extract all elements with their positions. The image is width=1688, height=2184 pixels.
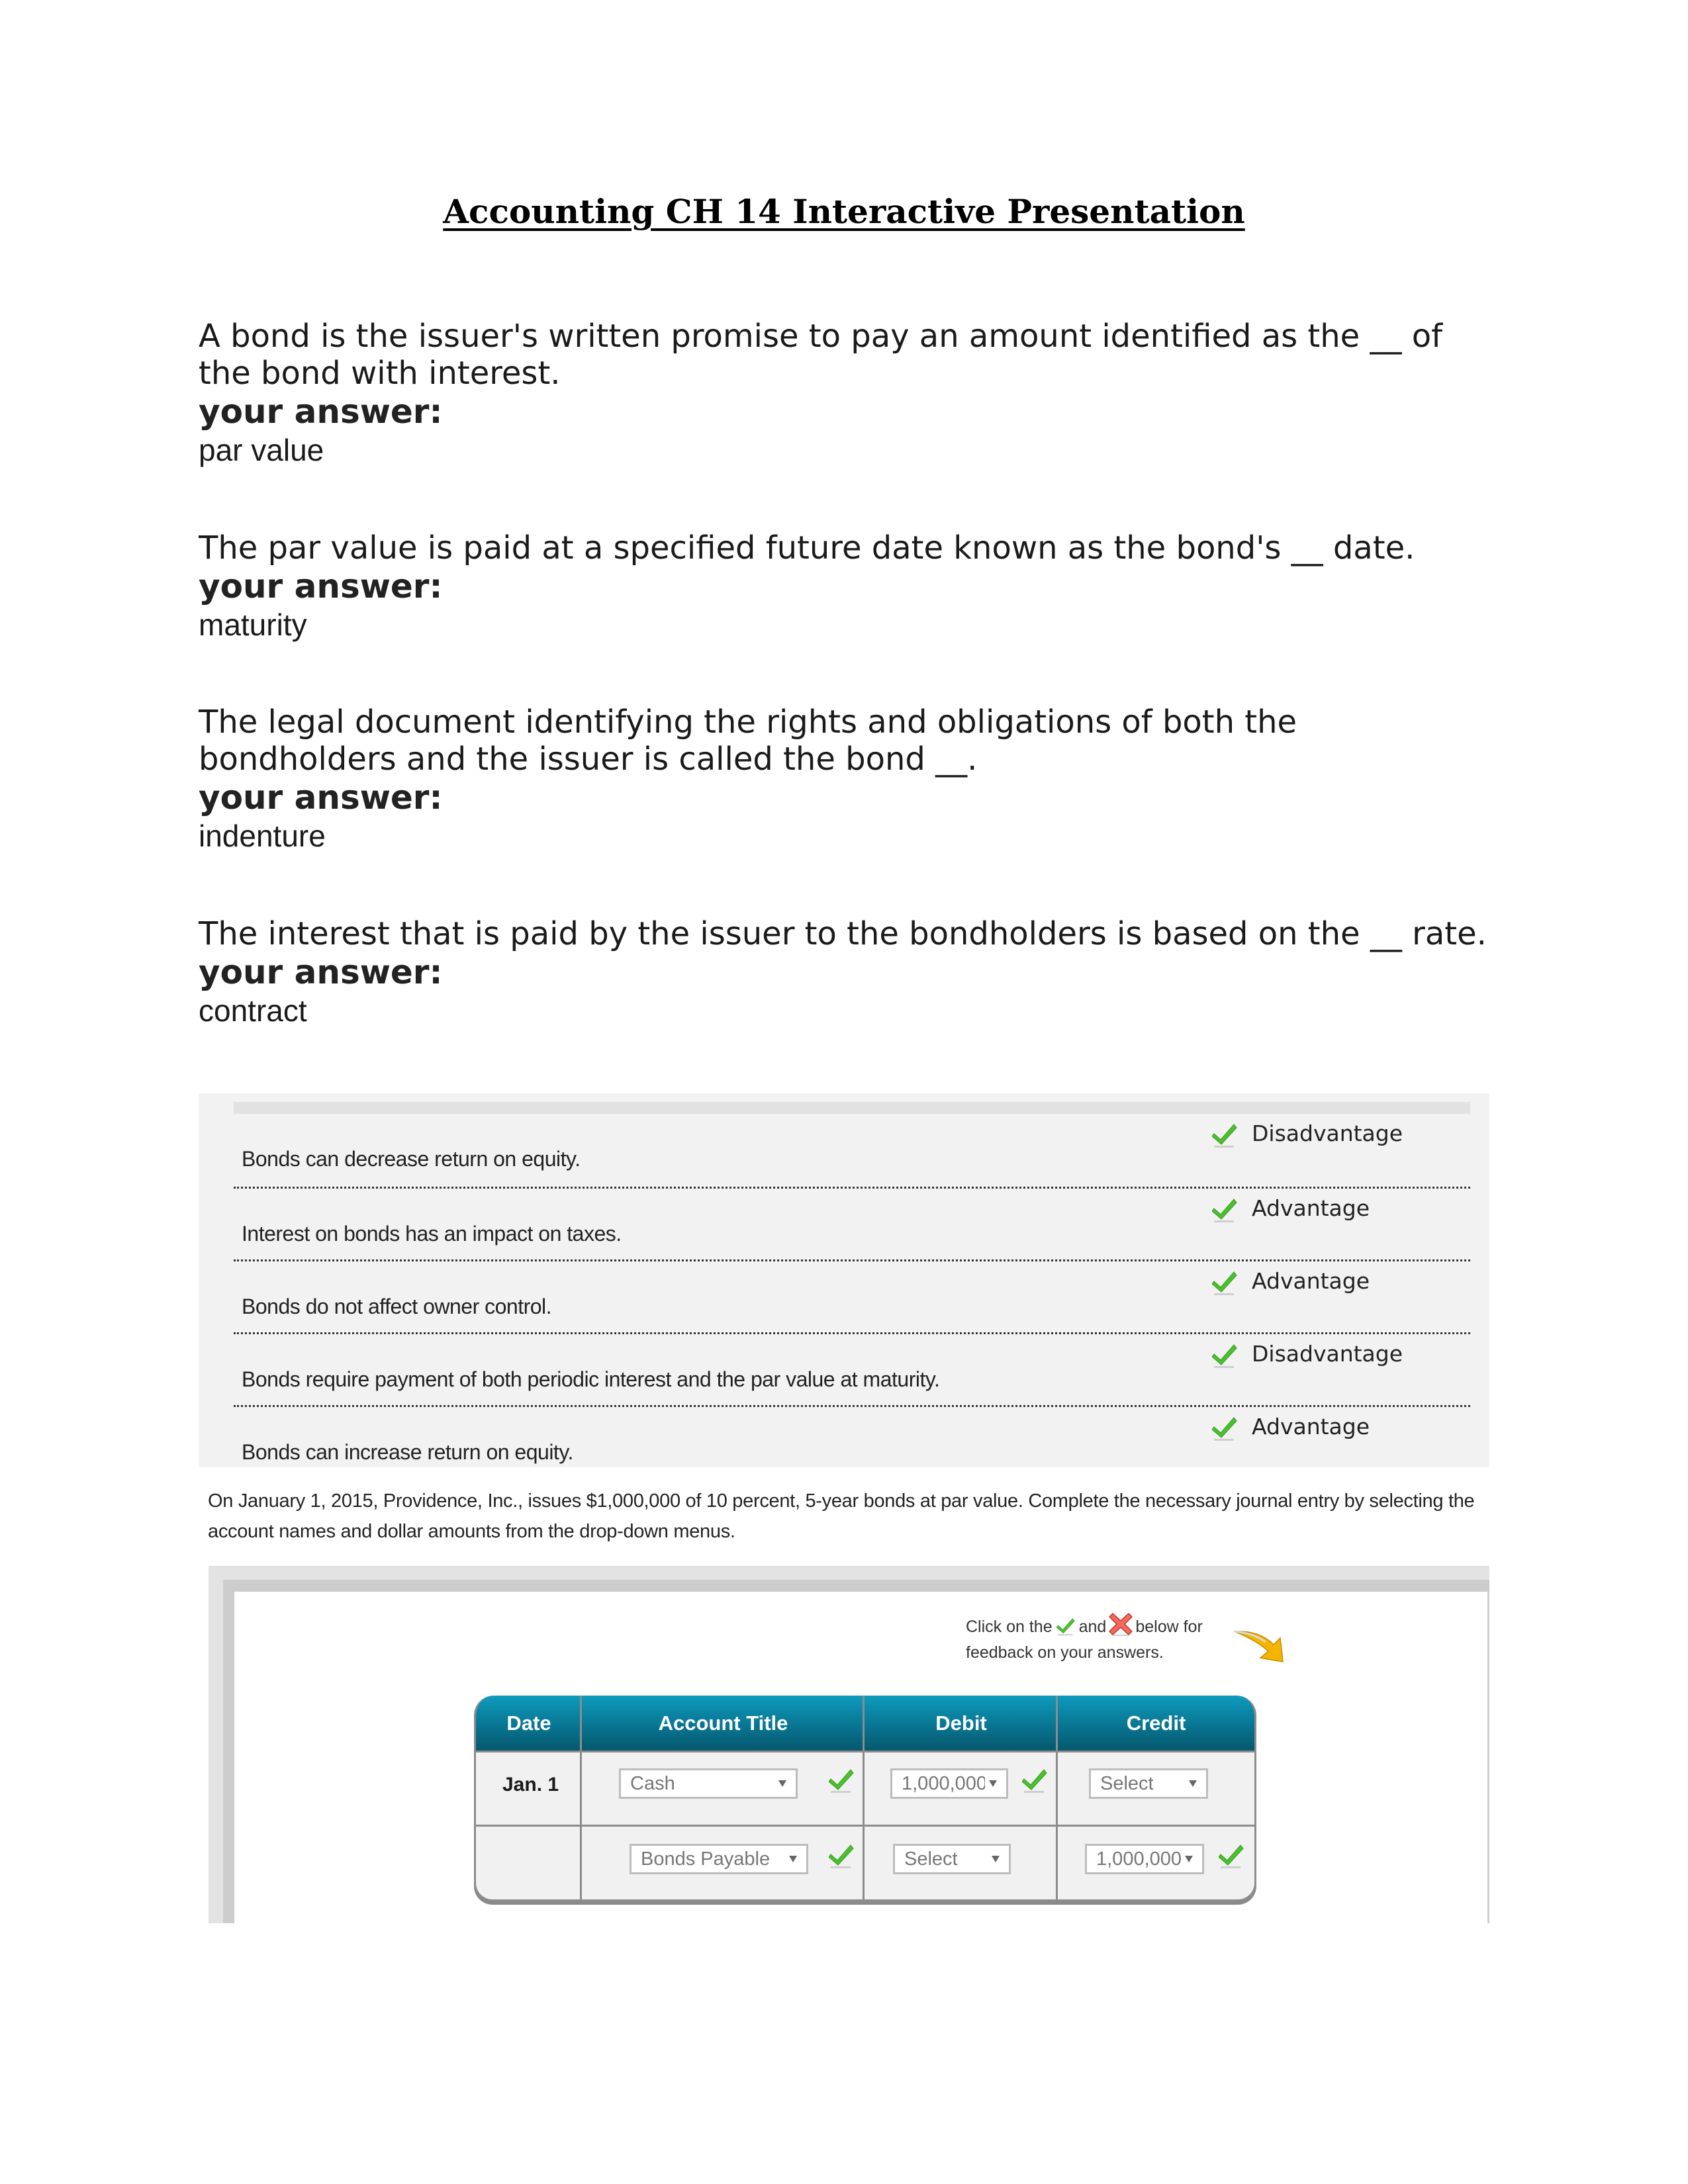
column-header-account-title: Account Title	[658, 1711, 788, 1735]
statement-text: Bonds can decrease return on equity.	[242, 1147, 581, 1171]
cross-icon	[1109, 1612, 1133, 1640]
check-icon[interactable]	[1212, 1119, 1237, 1148]
question-block: A bond is the issuer's written promise t…	[199, 318, 1489, 469]
answer-label: your answer:	[199, 953, 443, 991]
dropdown-caret-icon	[989, 1780, 997, 1787]
select-value: Bonds Payable	[641, 1848, 771, 1870]
check-icon[interactable]	[1212, 1412, 1237, 1441]
select-value: 1,000,000	[1096, 1848, 1181, 1870]
arrow-icon	[1233, 1625, 1292, 1668]
frame-border-left	[223, 1580, 234, 1923]
question-block: The interest that is paid by the issuer …	[199, 915, 1516, 1029]
check-icon[interactable]	[1021, 1764, 1047, 1797]
credit-select[interactable]: 1,000,000	[1085, 1844, 1204, 1874]
select-value: Select	[904, 1848, 958, 1870]
column-header-date: Date	[506, 1711, 551, 1735]
classification-answer[interactable]: Disadvantage	[1212, 1340, 1403, 1369]
classification-answer[interactable]: Advantage	[1212, 1267, 1370, 1296]
column-header-debit: Debit	[935, 1711, 987, 1735]
journal-entry-instruction: On January 1, 2015, Providence, Inc., is…	[208, 1490, 1475, 1542]
answer-choice: Advantage	[1252, 1195, 1370, 1221]
frame-border-top	[223, 1580, 1489, 1592]
classification-row: Bonds can increase return on equity. Adv…	[234, 1405, 1470, 1480]
answer-label: your answer:	[199, 567, 443, 606]
classification-answer[interactable]: Advantage	[1212, 1194, 1370, 1223]
debit-select[interactable]: 1,000,000	[890, 1768, 1008, 1799]
question-block: The par value is paid at a specified fut…	[199, 529, 1489, 643]
classification-panel: Bonds can decrease return on equity. Dis…	[199, 1093, 1489, 1467]
credit-select[interactable]: Select	[1089, 1768, 1208, 1799]
answer-label: your answer:	[199, 392, 443, 431]
answer-label: your answer:	[199, 778, 443, 817]
journal-entry-table: Date Account Title Debit Credit Jan. 1 C…	[474, 1696, 1256, 1901]
answer-value: indenture	[199, 819, 326, 853]
classification-row: Bonds require payment of both periodic i…	[234, 1332, 1470, 1407]
statement-text: Bonds require payment of both periodic i…	[242, 1367, 940, 1391]
select-value: 1,000,000	[902, 1772, 985, 1794]
entry-date: Jan. 1	[502, 1774, 559, 1796]
feedback-text: and	[1078, 1617, 1107, 1636]
row-divider	[476, 1825, 1254, 1827]
column-header-credit: Credit	[1126, 1711, 1186, 1735]
answer-value: par value	[199, 433, 324, 467]
classification-answer[interactable]: Disadvantage	[1212, 1119, 1403, 1148]
answer-choice: Advantage	[1252, 1414, 1370, 1439]
question-prompt: The par value is paid at a specified fut…	[199, 529, 1415, 567]
dropdown-caret-icon	[789, 1856, 797, 1862]
answer-choice: Advantage	[1252, 1268, 1370, 1294]
statement-text: Bonds do not affect owner control.	[242, 1295, 552, 1318]
check-icon[interactable]	[1212, 1194, 1237, 1223]
question-prompt: The legal document identifying the right…	[199, 704, 1297, 778]
classification-row: Bonds do not affect owner control. Advan…	[234, 1259, 1470, 1334]
dropdown-caret-icon	[992, 1856, 1000, 1862]
check-icon[interactable]	[828, 1764, 854, 1797]
feedback-text: below for	[1135, 1617, 1203, 1636]
question-prompt: A bond is the issuer's written promise t…	[199, 318, 1442, 392]
classification-row: Interest on bonds has an impact on taxes…	[234, 1187, 1470, 1261]
classification-answer[interactable]: Advantage	[1212, 1412, 1370, 1441]
check-icon[interactable]	[1212, 1340, 1237, 1369]
classification-row: Bonds can decrease return on equity. Dis…	[234, 1114, 1470, 1187]
feedback-note: Click on the and below for feedback on you…	[966, 1612, 1203, 1664]
question-prompt: The interest that is paid by the issuer …	[199, 915, 1487, 952]
answer-choice: Disadvantage	[1252, 1120, 1403, 1146]
answer-choice: Disadvantage	[1252, 1341, 1403, 1367]
document-title: Accounting CH 14 Interactive Presentatio…	[443, 192, 1245, 231]
question-block: The legal document identifying the right…	[199, 704, 1456, 854]
answer-value: maturity	[199, 608, 307, 642]
account-select[interactable]: Cash	[619, 1768, 798, 1799]
statement-text: Interest on bonds has an impact on taxes…	[242, 1222, 622, 1246]
check-icon[interactable]	[828, 1840, 854, 1872]
feedback-text: feedback on your answers.	[966, 1643, 1164, 1662]
account-select[interactable]: Bonds Payable	[630, 1844, 808, 1874]
feedback-text: Click on the	[966, 1617, 1053, 1636]
statement-text: Bonds can increase return on equity.	[242, 1440, 573, 1464]
check-icon[interactable]	[1212, 1267, 1237, 1296]
debit-select[interactable]: Select	[893, 1844, 1011, 1874]
check-icon	[1055, 1618, 1076, 1640]
dropdown-caret-icon	[1185, 1856, 1193, 1862]
answer-value: contract	[199, 993, 307, 1028]
select-value: Cash	[630, 1772, 675, 1794]
check-icon[interactable]	[1218, 1840, 1244, 1872]
classification-header-bar	[234, 1102, 1470, 1114]
dropdown-caret-icon	[1189, 1780, 1197, 1787]
dropdown-caret-icon	[778, 1780, 786, 1787]
select-value: Select	[1100, 1772, 1154, 1794]
